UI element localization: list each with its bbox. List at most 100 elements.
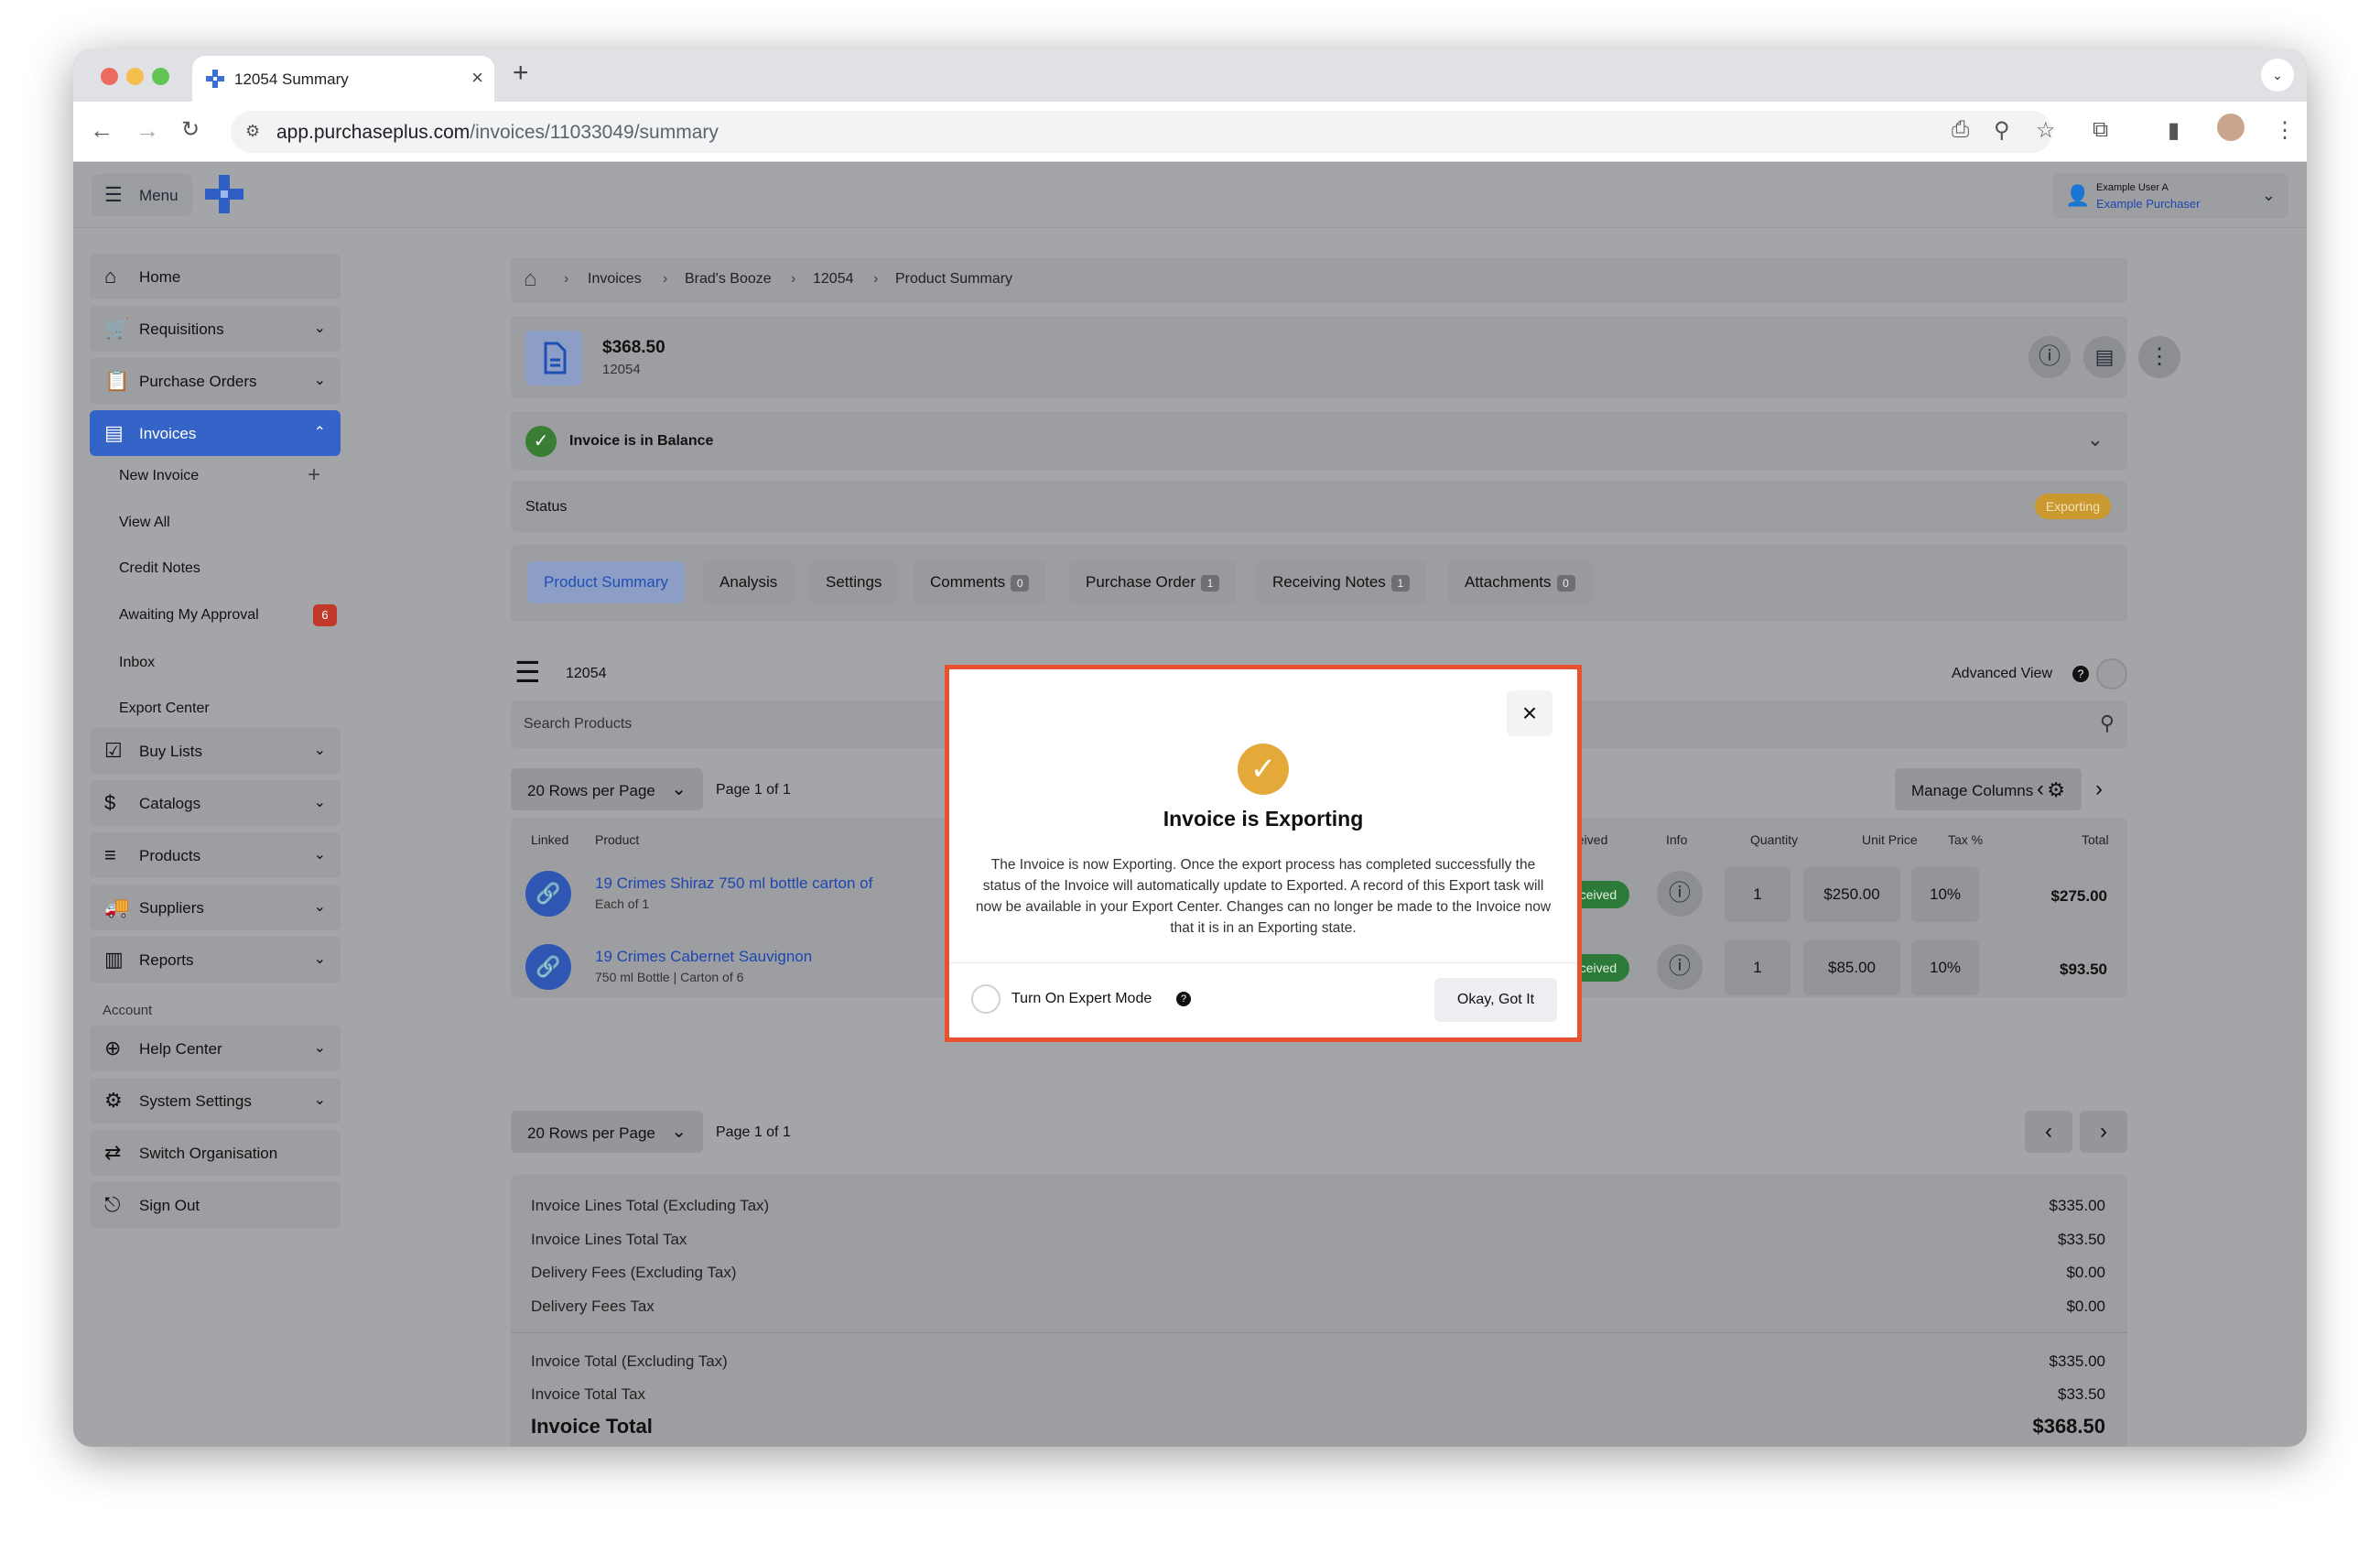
close-window-button[interactable]: [101, 68, 118, 85]
sidebar-item-suppliers[interactable]: 🚚 Suppliers ⌄: [90, 885, 341, 930]
unit-price-field[interactable]: $85.00: [1803, 940, 1900, 995]
next-page-button[interactable]: ›: [2078, 768, 2120, 810]
breadcrumb-invoices[interactable]: Invoices: [588, 271, 642, 288]
purchaseplus-logo[interactable]: [205, 175, 243, 213]
rows-per-page-select[interactable]: 20 Rows per Page ⌄: [511, 768, 703, 810]
sidebar-sub-new-invoice[interactable]: New Invoice: [119, 468, 199, 484]
tab-settings[interactable]: Settings: [809, 561, 899, 603]
sidebar-item-purchase-orders[interactable]: 📋 Purchase Orders ⌄: [90, 358, 341, 404]
browser-window: 12054 Summary × + ⌄ ← → ↻ ⚙ app.purchase…: [73, 49, 2307, 1447]
help-icon[interactable]: ?: [2072, 666, 2089, 682]
sidebar-item-catalogs[interactable]: $ Catalogs ⌄: [90, 780, 341, 826]
install-app-icon[interactable]: ⎙: [1952, 117, 1969, 143]
back-icon[interactable]: ←: [90, 116, 114, 145]
sidebar-item-requisitions[interactable]: 🛒 Requisitions ⌄: [90, 306, 341, 352]
tab-label: Settings: [826, 573, 882, 591]
more-button[interactable]: ⋮: [2138, 336, 2180, 378]
breadcrumb-separator: ›: [873, 271, 879, 287]
menu-button[interactable]: ☰ Menu: [92, 174, 192, 216]
minimize-window-button[interactable]: [126, 68, 144, 85]
sidebar-item-buy-lists[interactable]: ☑ Buy Lists ⌄: [90, 728, 341, 774]
search-icon[interactable]: ⚲: [2100, 711, 2115, 735]
sidebar-item-label: Sign Out: [139, 1197, 200, 1214]
sidebar-item-switch-organisation[interactable]: ⇄ Switch Organisation: [90, 1130, 341, 1176]
zoom-icon[interactable]: ⚲: [1994, 117, 2010, 144]
maximize-window-button[interactable]: [152, 68, 169, 85]
breadcrumb-invoice-number[interactable]: 12054: [813, 271, 854, 288]
sidebar-item-products[interactable]: ≡ Products ⌄: [90, 832, 341, 878]
new-tab-icon[interactable]: +: [513, 58, 529, 89]
tab-purchase-order[interactable]: Purchase Order 1: [1069, 561, 1236, 603]
close-modal-button[interactable]: ×: [1507, 690, 1552, 736]
sidebar-item-label: Purchase Orders: [139, 373, 257, 390]
info-button[interactable]: ⓘ: [2028, 336, 2071, 378]
sidebar-item-invoices[interactable]: ▤ Invoices ⌃: [90, 410, 341, 456]
column-header-info: Info: [1666, 832, 1688, 847]
quantity-field[interactable]: 1: [1725, 940, 1790, 995]
browser-tab[interactable]: 12054 Summary ×: [192, 56, 494, 102]
quantity-field[interactable]: 1: [1725, 867, 1790, 922]
expert-mode-toggle[interactable]: [971, 984, 1001, 1014]
prev-page-button[interactable]: ‹: [2019, 768, 2061, 810]
sidebar-sub-view-all[interactable]: View All: [119, 515, 170, 531]
forward-icon[interactable]: →: [135, 116, 159, 145]
tab-product-summary[interactable]: Product Summary: [527, 561, 686, 603]
sidebar-sub-export-center[interactable]: Export Center: [119, 700, 210, 717]
tax-field[interactable]: 10%: [1911, 867, 1979, 922]
link-icon[interactable]: 🔗: [525, 871, 571, 917]
sidebar-sub-credit-notes[interactable]: Credit Notes: [119, 560, 200, 577]
profile-avatar[interactable]: [2217, 114, 2245, 141]
tab-comments[interactable]: Comments 0: [914, 561, 1046, 603]
advanced-view-toggle[interactable]: [2096, 658, 2127, 690]
tab-search-icon[interactable]: ⌄: [2261, 59, 2294, 92]
unit-price-field[interactable]: $250.00: [1803, 867, 1900, 922]
rows-per-page-select-bottom[interactable]: 20 Rows per Page ⌄: [511, 1111, 703, 1153]
sidebar-item-system-settings[interactable]: ⚙ System Settings ⌄: [90, 1078, 341, 1124]
advanced-view-label: Advanced View: [1952, 666, 2052, 681]
document-button[interactable]: ▤: [2083, 336, 2126, 378]
user-menu[interactable]: 👤 Example User A Example Purchaser ⌄: [2052, 173, 2288, 219]
user-role: Example Purchaser: [2096, 197, 2201, 211]
add-invoice-icon[interactable]: +: [308, 462, 320, 488]
sidebar-item-help-center[interactable]: ⊕ Help Center ⌄: [90, 1026, 341, 1071]
tax-field[interactable]: 10%: [1911, 940, 1979, 995]
product-name-link[interactable]: 19 Crimes Cabernet Sauvignon: [595, 948, 812, 966]
side-panel-icon[interactable]: ▮: [2168, 117, 2180, 144]
info-icon[interactable]: ⓘ: [1657, 871, 1703, 917]
sidebar-item-home[interactable]: ⌂ Home: [90, 254, 341, 299]
page-info: Page 1 of 1: [716, 782, 791, 798]
sidebar-item-label: Buy Lists: [139, 743, 202, 760]
sidebar-item-reports[interactable]: ▥ Reports ⌄: [90, 937, 341, 983]
site-settings-icon[interactable]: ⚙: [245, 122, 260, 141]
breadcrumb-supplier[interactable]: Brad's Booze: [685, 271, 772, 288]
bookmark-star-icon[interactable]: ☆: [2036, 117, 2056, 144]
extensions-icon[interactable]: ⧉: [2093, 117, 2108, 143]
balance-card[interactable]: ✓ Invoice is in Balance ⌄: [511, 411, 2127, 470]
home-icon[interactable]: ⌂: [524, 266, 537, 292]
sidebar-sub-inbox[interactable]: Inbox: [119, 655, 155, 671]
total-value: $33.50: [2058, 1231, 2105, 1248]
tab-label: Purchase Order: [1086, 573, 1195, 591]
manage-columns-label: Manage Columns: [1911, 782, 2034, 799]
tab-analysis[interactable]: Analysis: [703, 561, 795, 603]
product-name-link[interactable]: 19 Crimes Shiraz 750 ml bottle carton of: [595, 874, 872, 893]
info-icon[interactable]: ⓘ: [1657, 944, 1703, 990]
balance-text: Invoice is in Balance: [569, 433, 714, 449]
tab-receiving-notes[interactable]: Receiving Notes 1: [1256, 561, 1426, 603]
okay-got-it-button[interactable]: Okay, Got It: [1434, 978, 1557, 1022]
total-value: $0.00: [2066, 1298, 2105, 1315]
url-bar[interactable]: ⚙ app.purchaseplus.com/invoices/11033049…: [231, 111, 2052, 153]
next-page-button-bottom[interactable]: ›: [2080, 1111, 2127, 1153]
sidebar-item-sign-out[interactable]: ⎋ Sign Out: [90, 1182, 341, 1228]
link-icon[interactable]: 🔗: [525, 944, 571, 990]
sidebar-item-label: Home: [139, 268, 181, 286]
reload-icon[interactable]: ↻: [181, 116, 200, 143]
tab-close-icon[interactable]: ×: [471, 66, 483, 90]
tab-attachments[interactable]: Attachments 0: [1448, 561, 1592, 603]
status-badge: Exporting: [2034, 494, 2111, 519]
sidebar-sub-awaiting-approval[interactable]: Awaiting My Approval: [119, 607, 259, 624]
breadcrumb-separator: ›: [663, 271, 668, 287]
help-icon[interactable]: ?: [1176, 992, 1191, 1006]
browser-menu-icon[interactable]: ⋮: [2274, 117, 2296, 144]
prev-page-button-bottom[interactable]: ‹: [2025, 1111, 2072, 1153]
